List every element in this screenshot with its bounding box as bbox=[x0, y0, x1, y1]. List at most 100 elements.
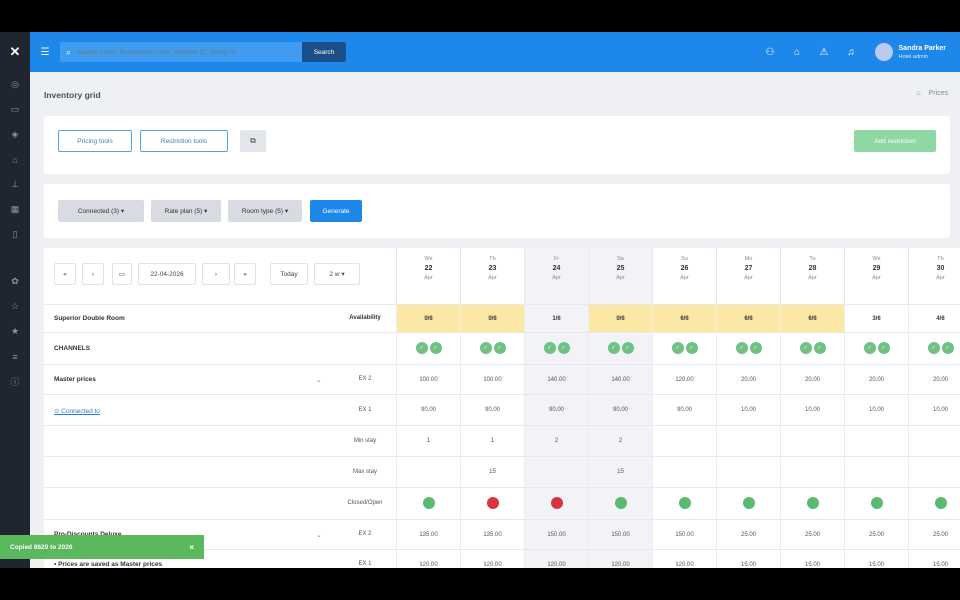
day-header[interactable]: Th 23 Apr bbox=[460, 248, 524, 304]
master-price-row-2-cell[interactable]: 10.00 bbox=[780, 395, 844, 426]
min-stay-row-cell[interactable] bbox=[908, 426, 960, 457]
master-price-row-1-cell[interactable]: 120.00 bbox=[652, 365, 716, 395]
chevron-down-icon[interactable]: ⌄ bbox=[316, 531, 322, 539]
closed-status-icon[interactable] bbox=[550, 497, 563, 510]
rate-plan-row-1-cell[interactable]: 25.00 bbox=[780, 520, 844, 550]
closed-status-icon[interactable] bbox=[486, 497, 499, 510]
master-price-row-1-cell[interactable]: 100.00 bbox=[460, 365, 524, 395]
min-stay-row-cell[interactable] bbox=[844, 426, 908, 457]
open-status-icon[interactable] bbox=[806, 497, 819, 510]
copy-icon[interactable]: ⧉ bbox=[240, 130, 266, 152]
master-price-row-2-cell[interactable]: 10.00 bbox=[844, 395, 908, 426]
closed-open-row-cell[interactable] bbox=[396, 488, 460, 520]
breadcrumb-current[interactable]: Prices bbox=[929, 90, 948, 97]
max-stay-row-cell[interactable] bbox=[908, 457, 960, 488]
master-price-row-1-cell[interactable]: 140.00 bbox=[588, 365, 652, 395]
next-day-icon[interactable]: › bbox=[202, 263, 230, 285]
period-select[interactable]: 2 w ▾ bbox=[314, 263, 360, 285]
master-price-row-2-cell[interactable]: 90.00 bbox=[588, 395, 652, 426]
availability-row-cell[interactable]: 6/6 bbox=[652, 305, 716, 333]
day-header[interactable]: Tu 28 Apr bbox=[780, 248, 844, 304]
rate-plan-row-2-cell[interactable]: 120.00 bbox=[652, 550, 716, 568]
closed-open-row-cell[interactable] bbox=[844, 488, 908, 520]
day-header[interactable]: We 22 Apr bbox=[396, 248, 460, 304]
rate-plan-row-1-cell[interactable]: 25.00 bbox=[908, 520, 960, 550]
master-price-row-2-cell[interactable]: 10.00 bbox=[716, 395, 780, 426]
availability-row-cell[interactable]: 1/6 bbox=[524, 305, 588, 333]
rate-plan-row-2-cell[interactable]: 15.00 bbox=[780, 550, 844, 568]
master-price-row-1-cell[interactable]: 100.00 bbox=[396, 365, 460, 395]
day-header[interactable]: Mo 27 Apr bbox=[716, 248, 780, 304]
dashboard-icon[interactable]: ◎ bbox=[0, 72, 30, 97]
availability-row-cell[interactable]: 4/6 bbox=[908, 305, 960, 333]
rate-plan-row-2-cell[interactable]: 120.00 bbox=[588, 550, 652, 568]
calendar-icon[interactable]: ▭ bbox=[112, 263, 132, 285]
open-status-icon[interactable] bbox=[742, 497, 755, 510]
min-stay-row-cell[interactable]: 1 bbox=[460, 426, 524, 457]
channels-row-cell[interactable]: ✓ ✓ bbox=[524, 333, 588, 365]
channels-row-cell[interactable]: ✓ ✓ bbox=[460, 333, 524, 365]
max-stay-row-cell[interactable]: 15 bbox=[460, 457, 524, 488]
channels-row-cell[interactable]: ✓ ✓ bbox=[780, 333, 844, 365]
rate-plan-row-1-cell[interactable]: 25.00 bbox=[844, 520, 908, 550]
favorite-icon[interactable]: ★ bbox=[0, 319, 30, 344]
brand-logo-icon[interactable]: ✕ bbox=[0, 32, 30, 72]
user-menu[interactable]: Sandra Parker Hotel admin bbox=[874, 43, 946, 61]
day-header[interactable]: Th 30 Apr bbox=[908, 248, 960, 304]
home-icon[interactable]: ⌂ bbox=[0, 147, 30, 172]
availability-row-cell[interactable]: 0/6 bbox=[460, 305, 524, 333]
open-status-icon[interactable] bbox=[614, 497, 627, 510]
master-price-row-2-cell[interactable]: 90.00 bbox=[460, 395, 524, 426]
rate-plan-row-1-cell[interactable]: 135.00 bbox=[460, 520, 524, 550]
close-icon[interactable]: × bbox=[189, 543, 194, 552]
bell-icon[interactable]: ♫ bbox=[838, 47, 865, 58]
master-price-row-1-cell[interactable]: 20.00 bbox=[908, 365, 960, 395]
min-stay-row-cell[interactable] bbox=[716, 426, 780, 457]
closed-open-row-cell[interactable] bbox=[780, 488, 844, 520]
channels-filter[interactable]: Connected (3) ▾ bbox=[58, 200, 144, 222]
closed-open-row-cell[interactable] bbox=[588, 488, 652, 520]
master-price-row-1-cell[interactable]: 20.00 bbox=[844, 365, 908, 395]
rate-plan-row-1-cell[interactable]: 150.00 bbox=[652, 520, 716, 550]
channels-row-cell[interactable]: ✓ ✓ bbox=[844, 333, 908, 365]
min-stay-row-cell[interactable] bbox=[780, 426, 844, 457]
search-button[interactable]: Search bbox=[302, 42, 346, 62]
availability-row-cell[interactable]: 3/6 bbox=[844, 305, 908, 333]
hotel-icon[interactable]: ⌂ bbox=[784, 47, 811, 58]
availability-row-cell[interactable]: 0/6 bbox=[396, 305, 460, 333]
channels-row-cell[interactable]: ✓ ✓ bbox=[716, 333, 780, 365]
day-header[interactable]: Sa 25 Apr bbox=[588, 248, 652, 304]
rate-plan-row-1-cell[interactable]: 150.00 bbox=[588, 520, 652, 550]
rate-plan-row-2-cell[interactable]: 15.00 bbox=[908, 550, 960, 568]
menu-icon[interactable]: ☰ bbox=[30, 47, 60, 58]
warning-icon[interactable]: ⚠ bbox=[811, 47, 838, 58]
max-stay-row-cell[interactable] bbox=[396, 457, 460, 488]
open-status-icon[interactable] bbox=[422, 497, 435, 510]
max-stay-row-cell[interactable] bbox=[652, 457, 716, 488]
rate-plan-row-1-cell[interactable]: 25.00 bbox=[716, 520, 780, 550]
rate-plan-row-2-cell[interactable]: 15.00 bbox=[844, 550, 908, 568]
master-price-row-2-cell[interactable]: 90.00 bbox=[524, 395, 588, 426]
rate-plan-filter[interactable]: Rate plan (5) ▾ bbox=[151, 200, 221, 222]
channels-row-cell[interactable]: ✓ ✓ bbox=[396, 333, 460, 365]
rate-plan-row-2-cell[interactable]: 15.00 bbox=[716, 550, 780, 568]
day-header[interactable]: Fr 24 Apr bbox=[524, 248, 588, 304]
master-price-row-1-cell[interactable]: 20.00 bbox=[716, 365, 780, 395]
rate-plan-row-2-cell[interactable]: 120.00 bbox=[524, 550, 588, 568]
availability-row-cell[interactable]: 6/6 bbox=[780, 305, 844, 333]
prev-month-icon[interactable]: « bbox=[54, 263, 76, 285]
add-restriction-button[interactable]: Add restriction bbox=[854, 130, 936, 152]
generate-button[interactable]: Generate bbox=[310, 200, 362, 222]
master-price-row-1-cell[interactable]: 20.00 bbox=[780, 365, 844, 395]
max-stay-row-cell[interactable] bbox=[524, 457, 588, 488]
rate-plan-row-2-cell[interactable]: 120.00 bbox=[460, 550, 524, 568]
star-icon[interactable]: ☆ bbox=[0, 294, 30, 319]
room-type-filter[interactable]: Room type (5) ▾ bbox=[228, 200, 302, 222]
channels-row-cell[interactable]: ✓ ✓ bbox=[588, 333, 652, 365]
channels-row-cell[interactable]: ✓ ✓ bbox=[652, 333, 716, 365]
next-month-icon[interactable]: » bbox=[234, 263, 256, 285]
min-stay-row-cell[interactable]: 1 bbox=[396, 426, 460, 457]
closed-open-row-cell[interactable] bbox=[908, 488, 960, 520]
document-icon[interactable]: ▯ bbox=[0, 222, 30, 247]
min-stay-row-cell[interactable]: 2 bbox=[524, 426, 588, 457]
